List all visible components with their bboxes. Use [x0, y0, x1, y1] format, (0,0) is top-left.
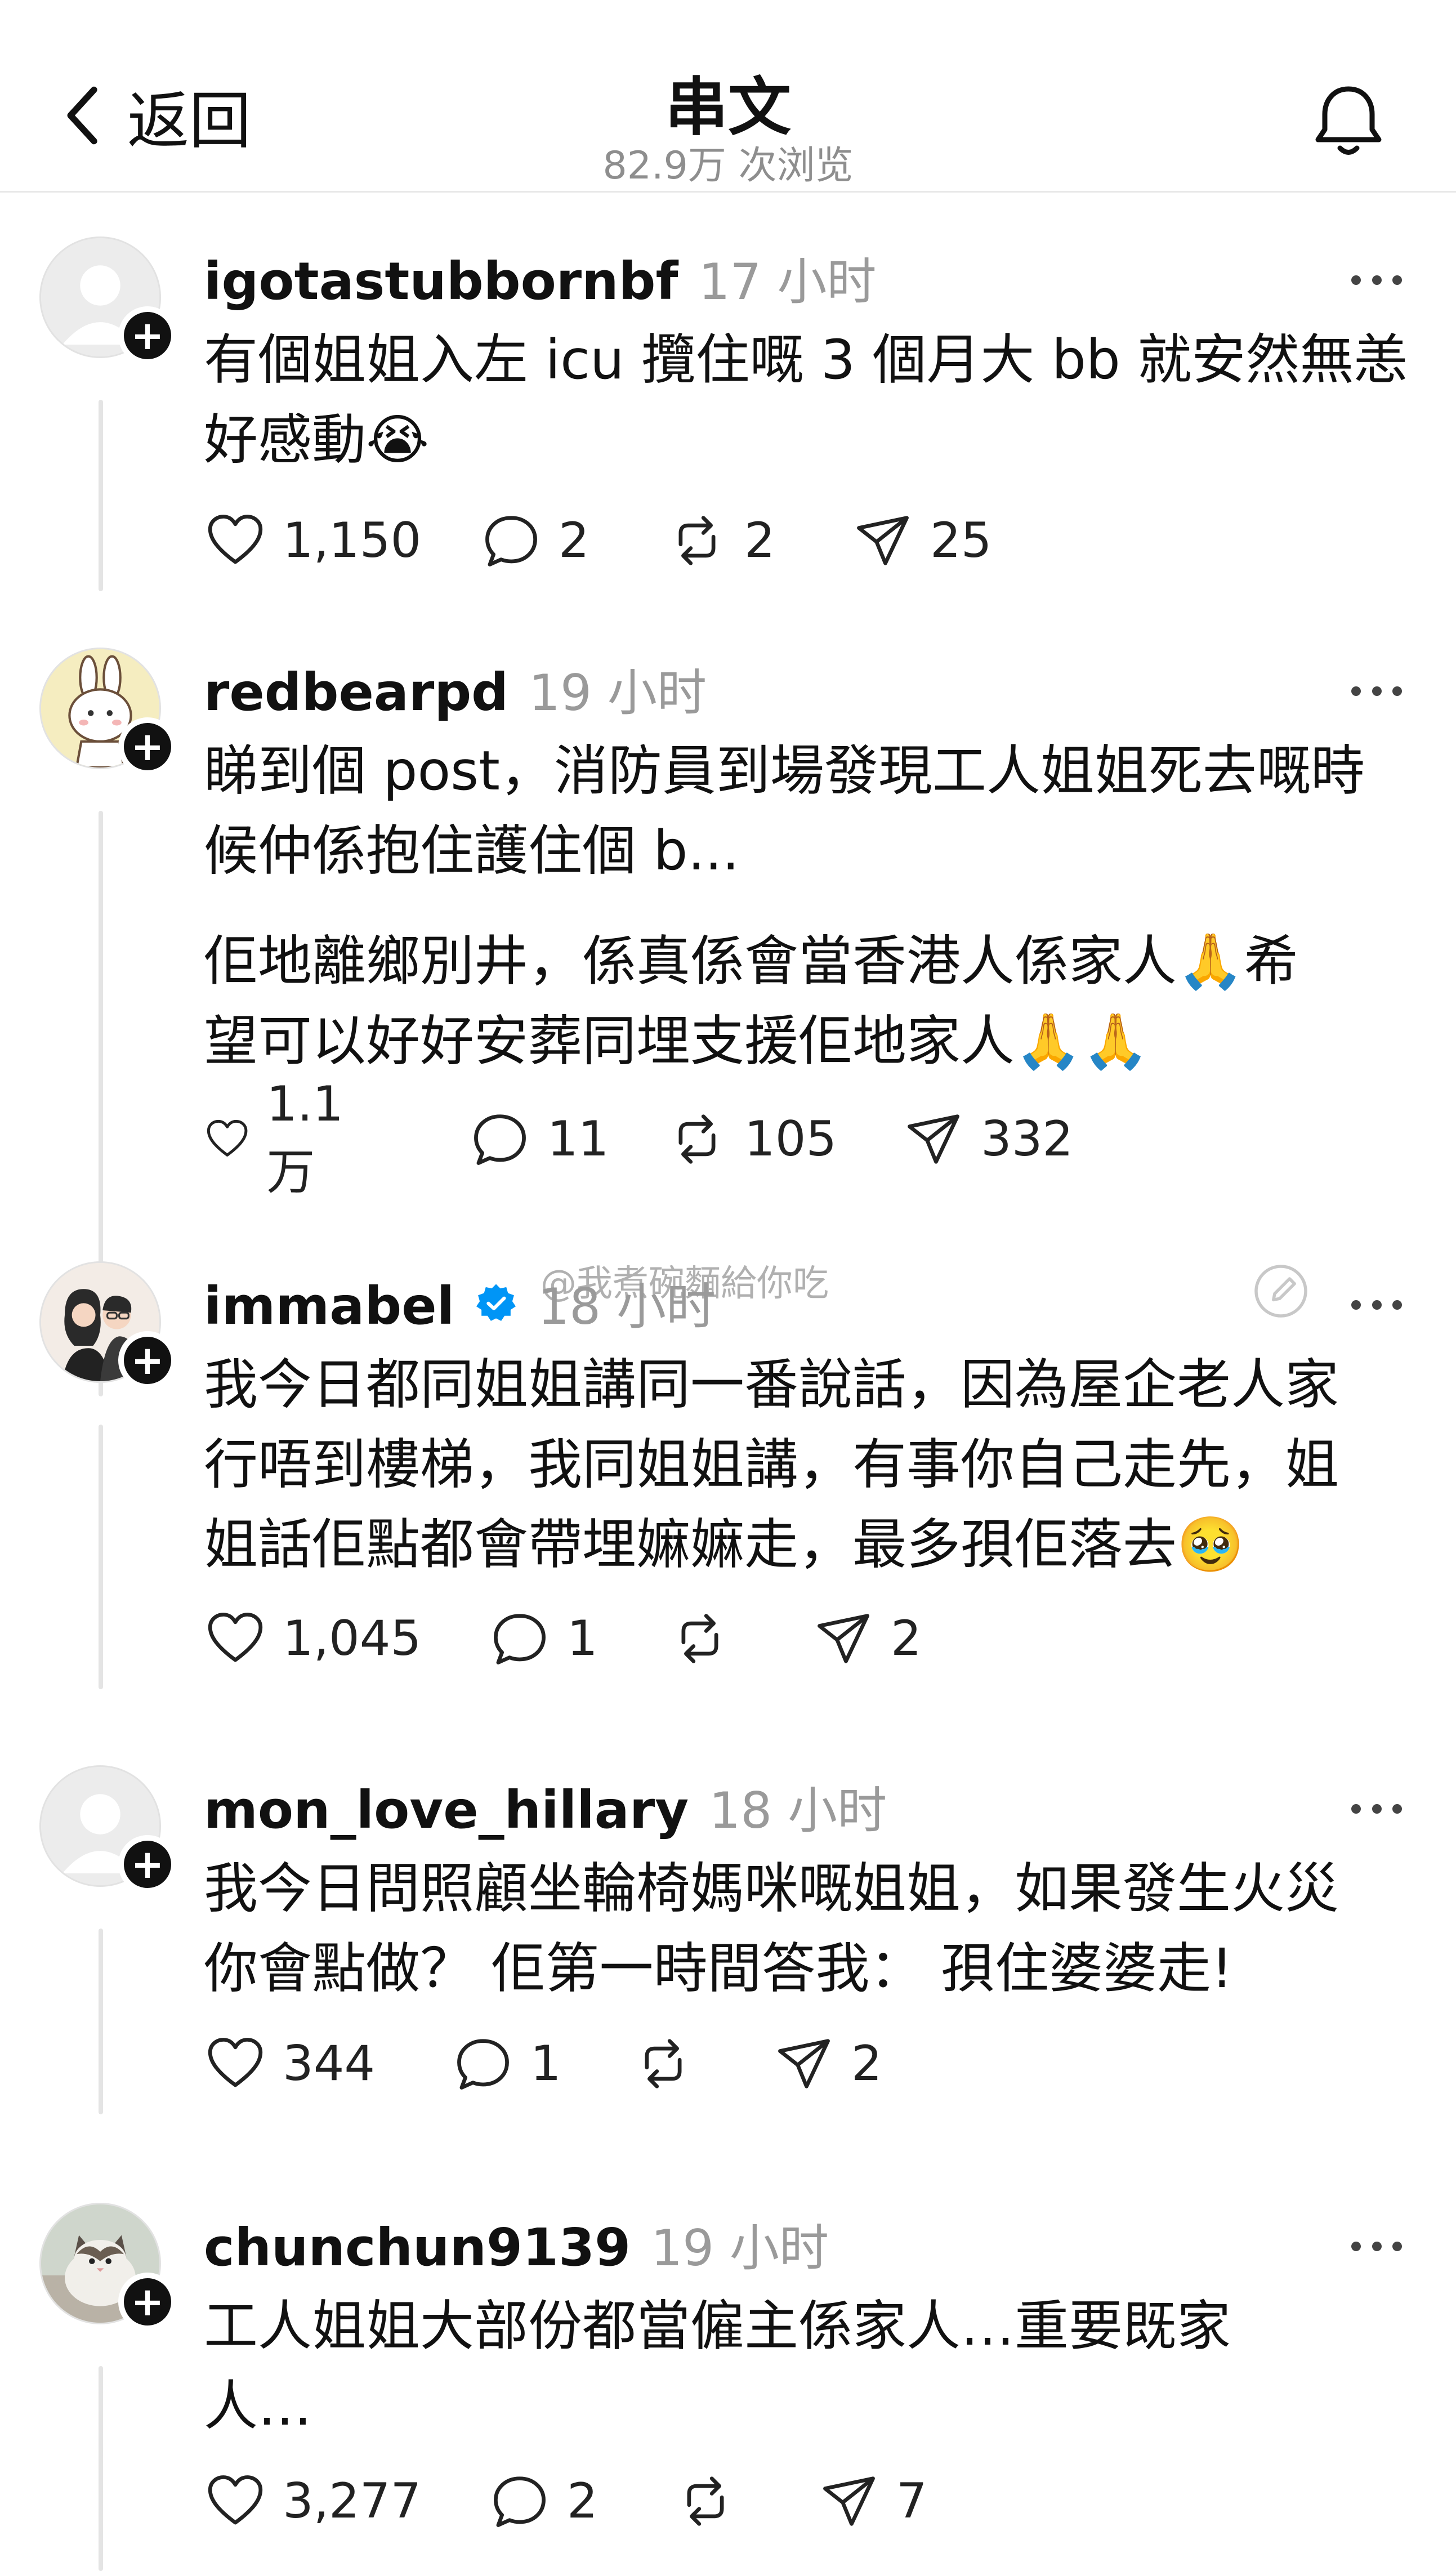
more-options-icon[interactable]	[1351, 271, 1402, 288]
repost-button[interactable]: 2	[666, 507, 775, 574]
repost-icon	[645, 2039, 682, 2088]
repost-button[interactable]	[668, 1605, 747, 1672]
send-icon	[778, 2039, 830, 2088]
like-count: 1,150	[283, 512, 422, 569]
post-time: 19 小时	[529, 664, 707, 722]
share-count: 2	[891, 1610, 922, 1667]
more-options-icon[interactable]	[1351, 2238, 1402, 2255]
share-button[interactable]: 2	[772, 2030, 882, 2097]
avatar[interactable]: +	[39, 2203, 177, 2331]
thread-line	[99, 400, 103, 591]
reply-count: 11	[547, 1111, 609, 1167]
reply-button[interactable]: 11	[468, 1105, 609, 1173]
reply-button[interactable]: 1	[488, 1605, 598, 1672]
post-body: 我今日都同姐姐講同一番說話，因為屋企老人家 行唔到樓梯，我同姐姐講，有事你自己走…	[204, 1353, 1339, 1576]
reply-count: 1	[567, 1610, 598, 1667]
follow-plus-button[interactable]: +	[118, 1331, 177, 1390]
repost-button[interactable]: 105	[666, 1105, 837, 1173]
post-time: 17 小时	[698, 253, 877, 311]
like-button[interactable]: 3,277	[204, 2467, 421, 2535]
send-icon	[823, 2476, 875, 2526]
reply-count: 2	[567, 2473, 598, 2529]
post-time: 19 小时	[651, 2219, 829, 2277]
username[interactable]: immabel	[204, 1276, 454, 1336]
share-count: 25	[930, 512, 992, 569]
more-options-icon[interactable]	[1351, 1296, 1402, 1313]
avatar[interactable]: +	[39, 1765, 177, 1894]
repost-count: 105	[744, 1111, 837, 1167]
more-options-icon[interactable]	[1351, 682, 1402, 699]
heart-icon	[208, 1613, 263, 1662]
thread-line	[99, 1425, 103, 1689]
comment-icon	[494, 2476, 546, 2527]
heart-icon	[208, 2475, 263, 2525]
share-count: 7	[896, 2473, 927, 2529]
share-button[interactable]: 25	[851, 507, 991, 574]
repost-button[interactable]	[632, 2030, 711, 2097]
reply-count: 1	[530, 2036, 561, 2092]
send-icon	[857, 516, 909, 565]
username[interactable]: chunchun9139	[204, 2217, 631, 2278]
heart-icon	[208, 515, 263, 564]
view-count: 82.9万 次浏览	[602, 144, 854, 188]
thread-line	[99, 2366, 103, 2571]
like-count: 344	[283, 2036, 376, 2092]
comment-icon	[485, 516, 537, 566]
post-body: 有個姐姐入左 icu 攬住嘅 3 個月大 bb 就安然無恙 好感動😭	[204, 328, 1408, 471]
reply-button[interactable]: 1	[452, 2030, 561, 2097]
post-body: 我今日問照顧坐輪椅媽咪嘅姐姐，如果發生火災 你會點做？ 佢第一時間答我： 孭住婆…	[204, 1857, 1339, 2000]
reply-button[interactable]: 2	[480, 507, 589, 574]
thread-line	[99, 1929, 103, 2114]
like-count: 1.1万	[266, 1075, 344, 1200]
reply-count: 2	[559, 512, 589, 569]
heart-icon	[208, 2038, 263, 2087]
follow-plus-button[interactable]: +	[118, 1835, 177, 1894]
repost-count: 2	[744, 512, 775, 569]
like-count: 1,045	[283, 1610, 422, 1667]
repost-icon	[678, 1114, 716, 1164]
repost-icon	[681, 1614, 718, 1663]
top-bar: 返回 串文 82.9万 次浏览	[0, 0, 1456, 193]
like-button[interactable]: 1,150	[204, 507, 421, 574]
like-count: 3,277	[283, 2473, 422, 2529]
comment-icon	[457, 2039, 509, 2090]
post-body: 睇到個 post，消防員到場發現工人姐姐死去嘅時 候仲係抱住護住個 b... 佢…	[204, 739, 1365, 1073]
share-count: 332	[981, 1111, 1074, 1167]
post-time: 18 小时	[538, 1278, 716, 1336]
send-icon	[818, 1614, 869, 1663]
reply-button[interactable]: 2	[488, 2467, 598, 2535]
like-button[interactable]: 344	[204, 2030, 375, 2097]
share-button[interactable]: 2	[812, 1605, 922, 1672]
post-time: 18 小时	[709, 1782, 887, 1840]
share-button[interactable]: 7	[818, 2467, 927, 2535]
send-icon	[908, 1114, 959, 1164]
repost-icon	[687, 2476, 724, 2526]
follow-plus-button[interactable]: +	[118, 717, 177, 776]
like-button[interactable]: 1,045	[204, 1605, 421, 1672]
follow-plus-button[interactable]: +	[118, 2273, 177, 2331]
avatar[interactable]: +	[39, 648, 177, 776]
avatar[interactable]: +	[39, 1261, 177, 1390]
heart-icon	[207, 1119, 248, 1157]
share-button[interactable]: 332	[902, 1105, 1073, 1173]
follow-plus-button[interactable]: +	[118, 306, 177, 365]
post-body: 工人姐姐大部份都當僱主係家人…重要既家 人…	[204, 2295, 1231, 2438]
bell-icon[interactable]	[1306, 79, 1391, 163]
comment-icon	[494, 1614, 546, 1664]
avatar[interactable]: +	[39, 236, 177, 365]
username[interactable]: igotastubbornbf	[204, 251, 678, 311]
repost-button[interactable]	[674, 2467, 753, 2535]
share-count: 2	[851, 2036, 882, 2092]
more-options-icon[interactable]	[1351, 1800, 1402, 1817]
like-button[interactable]: 1.1万	[204, 1076, 360, 1200]
comment-icon	[474, 1114, 526, 1165]
username[interactable]: redbearpd	[204, 662, 508, 722]
repost-icon	[678, 516, 716, 565]
edit-icon[interactable]	[1250, 1260, 1312, 1322]
verified-badge-icon	[476, 1284, 516, 1321]
username[interactable]: mon_love_hillary	[204, 1780, 689, 1840]
